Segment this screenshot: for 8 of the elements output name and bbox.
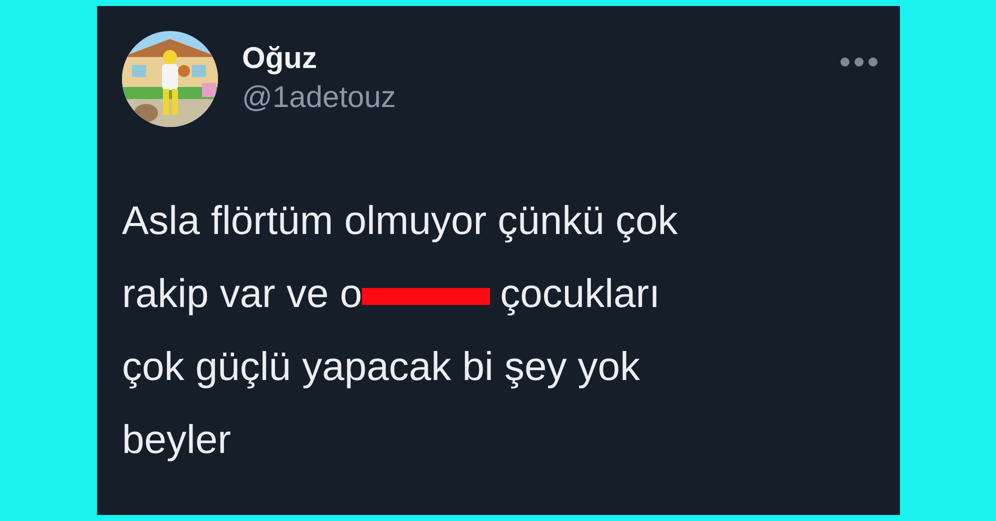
author-handle[interactable]: @1adetouz [242,80,396,116]
tweet-text: çok güçlü yapacak bi şey yok [122,344,640,391]
more-icon[interactable] [840,57,878,67]
author-name[interactable]: Oğuz [242,42,396,76]
tweet-text: rakip var ve o [122,271,362,318]
tweet-text: beyler [122,417,231,464]
tweet-text: çocukları [500,271,660,318]
tweet-text: Asla flörtüm olmuyor çünkü çok [122,198,678,245]
